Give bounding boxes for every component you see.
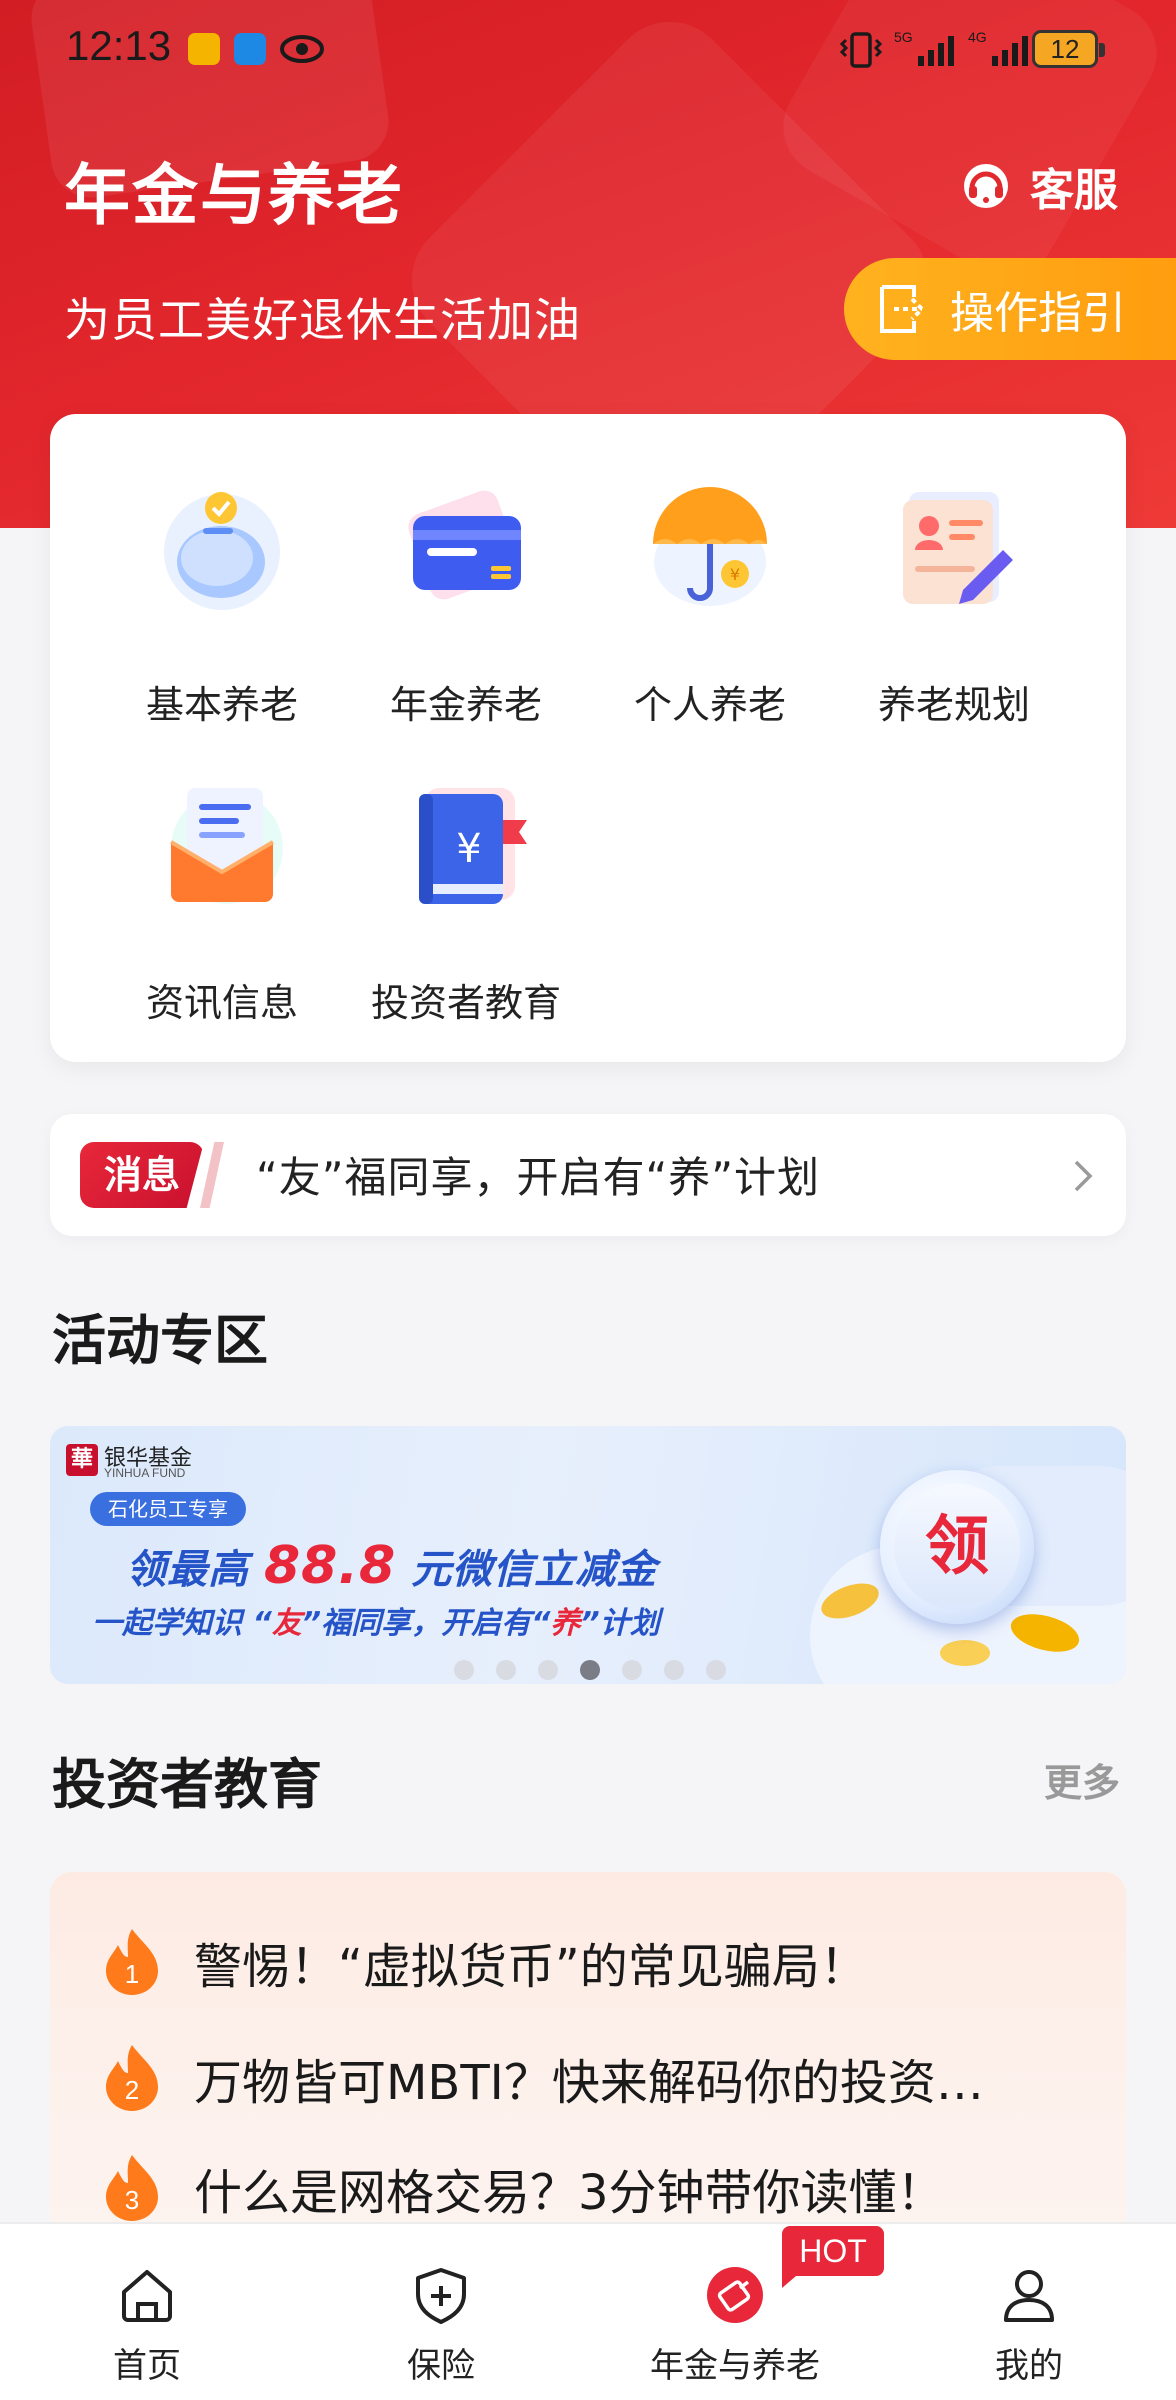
claim-button[interactable]: 领 bbox=[880, 1470, 1034, 1624]
carousel-indicator bbox=[454, 1660, 748, 1684]
carousel-dot[interactable] bbox=[664, 1660, 684, 1680]
status-bar: 12:13 5G 4G 12 bbox=[0, 0, 1176, 100]
user-icon bbox=[1004, 2270, 1054, 2322]
shield-plus-icon bbox=[416, 2268, 466, 2324]
nav-insurance[interactable]: 保险 bbox=[294, 2224, 588, 2400]
carousel-dot[interactable] bbox=[706, 1660, 726, 1680]
hot-badge: HOT bbox=[782, 2226, 884, 2288]
banner-badge: 石化员工专享 bbox=[90, 1492, 246, 1526]
menu-item-news[interactable]: 资讯信息 bbox=[100, 724, 344, 1025]
status-time: 12:13 bbox=[66, 22, 172, 69]
carousel-dot[interactable] bbox=[454, 1660, 474, 1680]
menu-item-label: 投资者教育 bbox=[370, 981, 561, 1025]
flame-rank-icon: 2 bbox=[106, 2045, 158, 2111]
nav-label: 我的 bbox=[995, 2346, 1063, 2386]
battery-icon: 12 bbox=[1032, 30, 1105, 68]
list-item[interactable]: 1 警惕！“虚拟货币”的常见骗局！ bbox=[102, 1922, 868, 2002]
svg-text:¥: ¥ bbox=[730, 565, 740, 584]
banner-subline: 一起学知识 “友”福同享，开启有“养”计划 bbox=[92, 1606, 660, 1641]
nav-label: 首页 bbox=[113, 2346, 181, 2386]
carousel-dot[interactable] bbox=[496, 1660, 516, 1680]
education-section-title: 投资者教育 bbox=[52, 1753, 322, 1816]
customer-service-label: 客服 bbox=[1030, 165, 1118, 216]
page-subtitle: 为员工美好退休生活加油 bbox=[64, 293, 581, 347]
planning-document-icon bbox=[903, 492, 1013, 604]
education-list: 1 警惕！“虚拟货币”的常见骗局！ 2 万物皆可MBTI？快来解码你的投资… 3… bbox=[50, 1872, 1126, 2232]
gold-coin-decoration bbox=[940, 1640, 990, 1666]
flame-rank-icon: 1 bbox=[106, 1929, 158, 1995]
pension-menu-card: 基本养老 年金养老 ¥ 个人养老 养老规划 资讯信息 ¥ 投资者教育 bbox=[50, 414, 1126, 1062]
menu-item-label: 基本养老 bbox=[145, 683, 298, 727]
activity-section-title: 活动专区 bbox=[52, 1309, 268, 1372]
signal-icon: 5G bbox=[894, 29, 954, 66]
list-item[interactable]: 3 什么是网格交易？3分钟带你读懂！ bbox=[102, 2148, 945, 2228]
bottom-navigation: 首页 保险 年金与养老 我的 bbox=[0, 2222, 1176, 2400]
piggy-bank-icon bbox=[164, 492, 280, 610]
message-tag-decoration bbox=[200, 1142, 224, 1208]
svg-text:1: 1 bbox=[125, 1959, 139, 1989]
menu-item-label: 年金养老 bbox=[389, 683, 542, 727]
svg-text:3: 3 bbox=[125, 2185, 139, 2215]
nav-home[interactable]: 首页 bbox=[0, 2224, 294, 2400]
vibrate-icon bbox=[839, 32, 883, 68]
activity-banner[interactable]: 華 银华基金 YINHUA FUND 石化员工专享 领最高 88.8 元微信立减… bbox=[50, 1426, 1126, 1684]
banner-headline: 领最高 88.8 元微信立减金 bbox=[126, 1536, 657, 1596]
chevron-right-icon bbox=[1074, 1160, 1093, 1192]
menu-item-annuity-pension[interactable]: 年金养老 bbox=[344, 426, 588, 727]
banner-headline-suffix: 元微信立减金 bbox=[411, 1547, 658, 1593]
education-book-icon: ¥ bbox=[419, 788, 527, 904]
umbrella-icon: ¥ bbox=[653, 487, 767, 606]
yinhua-logo-icon: 華 bbox=[66, 1444, 98, 1476]
message-tag: 消息 bbox=[80, 1142, 204, 1208]
carousel-dot[interactable] bbox=[622, 1660, 642, 1680]
claim-button-label: 领 bbox=[894, 1484, 1020, 1610]
pension-icon bbox=[707, 2267, 763, 2323]
nav-label: 保险 bbox=[407, 2346, 475, 2386]
news-envelope-icon bbox=[169, 788, 283, 904]
carousel-dot[interactable] bbox=[538, 1660, 558, 1680]
list-item[interactable]: 2 万物皆可MBTI？快来解码你的投资… bbox=[102, 2038, 984, 2118]
operation-guide-button[interactable]: 操作指引 bbox=[844, 258, 1176, 360]
signal-icon: 4G bbox=[968, 29, 1028, 66]
message-icon bbox=[234, 33, 266, 65]
svg-text:5G: 5G bbox=[894, 29, 913, 45]
svg-text:¥: ¥ bbox=[456, 826, 481, 872]
eye-icon bbox=[280, 35, 324, 63]
carousel-dot-active[interactable] bbox=[580, 1660, 600, 1680]
message-text: “友”福同享，开启有“养”计划 bbox=[256, 1153, 821, 1202]
banner-brand-name-en: YINHUA FUND bbox=[104, 1466, 186, 1480]
message-bar[interactable]: 消息 “友”福同享，开启有“养”计划 bbox=[50, 1114, 1126, 1236]
menu-item-investor-education[interactable]: ¥ 投资者教育 bbox=[344, 724, 588, 1025]
page-title: 年金与养老 bbox=[64, 157, 404, 234]
nav-mine[interactable]: 我的 bbox=[882, 2224, 1176, 2400]
operation-guide-label: 操作指引 bbox=[950, 288, 1126, 339]
list-item-title: 警惕！“虚拟货币”的常见骗局！ bbox=[194, 1939, 868, 1995]
menu-item-personal-pension[interactable]: ¥ 个人养老 bbox=[588, 426, 832, 727]
flame-rank-icon: 3 bbox=[106, 2155, 158, 2221]
banner-headline-amount: 88.8 bbox=[263, 1536, 397, 1596]
svg-text:4G: 4G bbox=[968, 29, 987, 45]
banner-headline-prefix: 领最高 bbox=[126, 1547, 249, 1593]
list-item-title: 万物皆可MBTI？快来解码你的投资… bbox=[194, 2055, 984, 2111]
menu-item-pension-planning[interactable]: 养老规划 bbox=[832, 426, 1076, 727]
home-icon bbox=[122, 2270, 172, 2322]
menu-item-label: 资讯信息 bbox=[145, 981, 298, 1025]
svg-text:2: 2 bbox=[125, 2075, 139, 2105]
wallet-card-icon bbox=[408, 490, 521, 600]
app-notification-icon bbox=[188, 33, 220, 65]
nav-label: 年金与养老 bbox=[650, 2346, 820, 2386]
customer-service-button[interactable]: 客服 bbox=[960, 150, 1118, 222]
education-more-link[interactable]: 更多 bbox=[1044, 1752, 1120, 1807]
menu-item-label: 个人养老 bbox=[633, 683, 786, 727]
guide-arrow-icon bbox=[880, 285, 925, 333]
list-item-title: 什么是网格交易？3分钟带你读懂！ bbox=[194, 2165, 945, 2221]
menu-item-label: 养老规划 bbox=[877, 683, 1030, 727]
headset-icon bbox=[964, 164, 1008, 208]
menu-item-basic-pension[interactable]: 基本养老 bbox=[100, 426, 344, 727]
